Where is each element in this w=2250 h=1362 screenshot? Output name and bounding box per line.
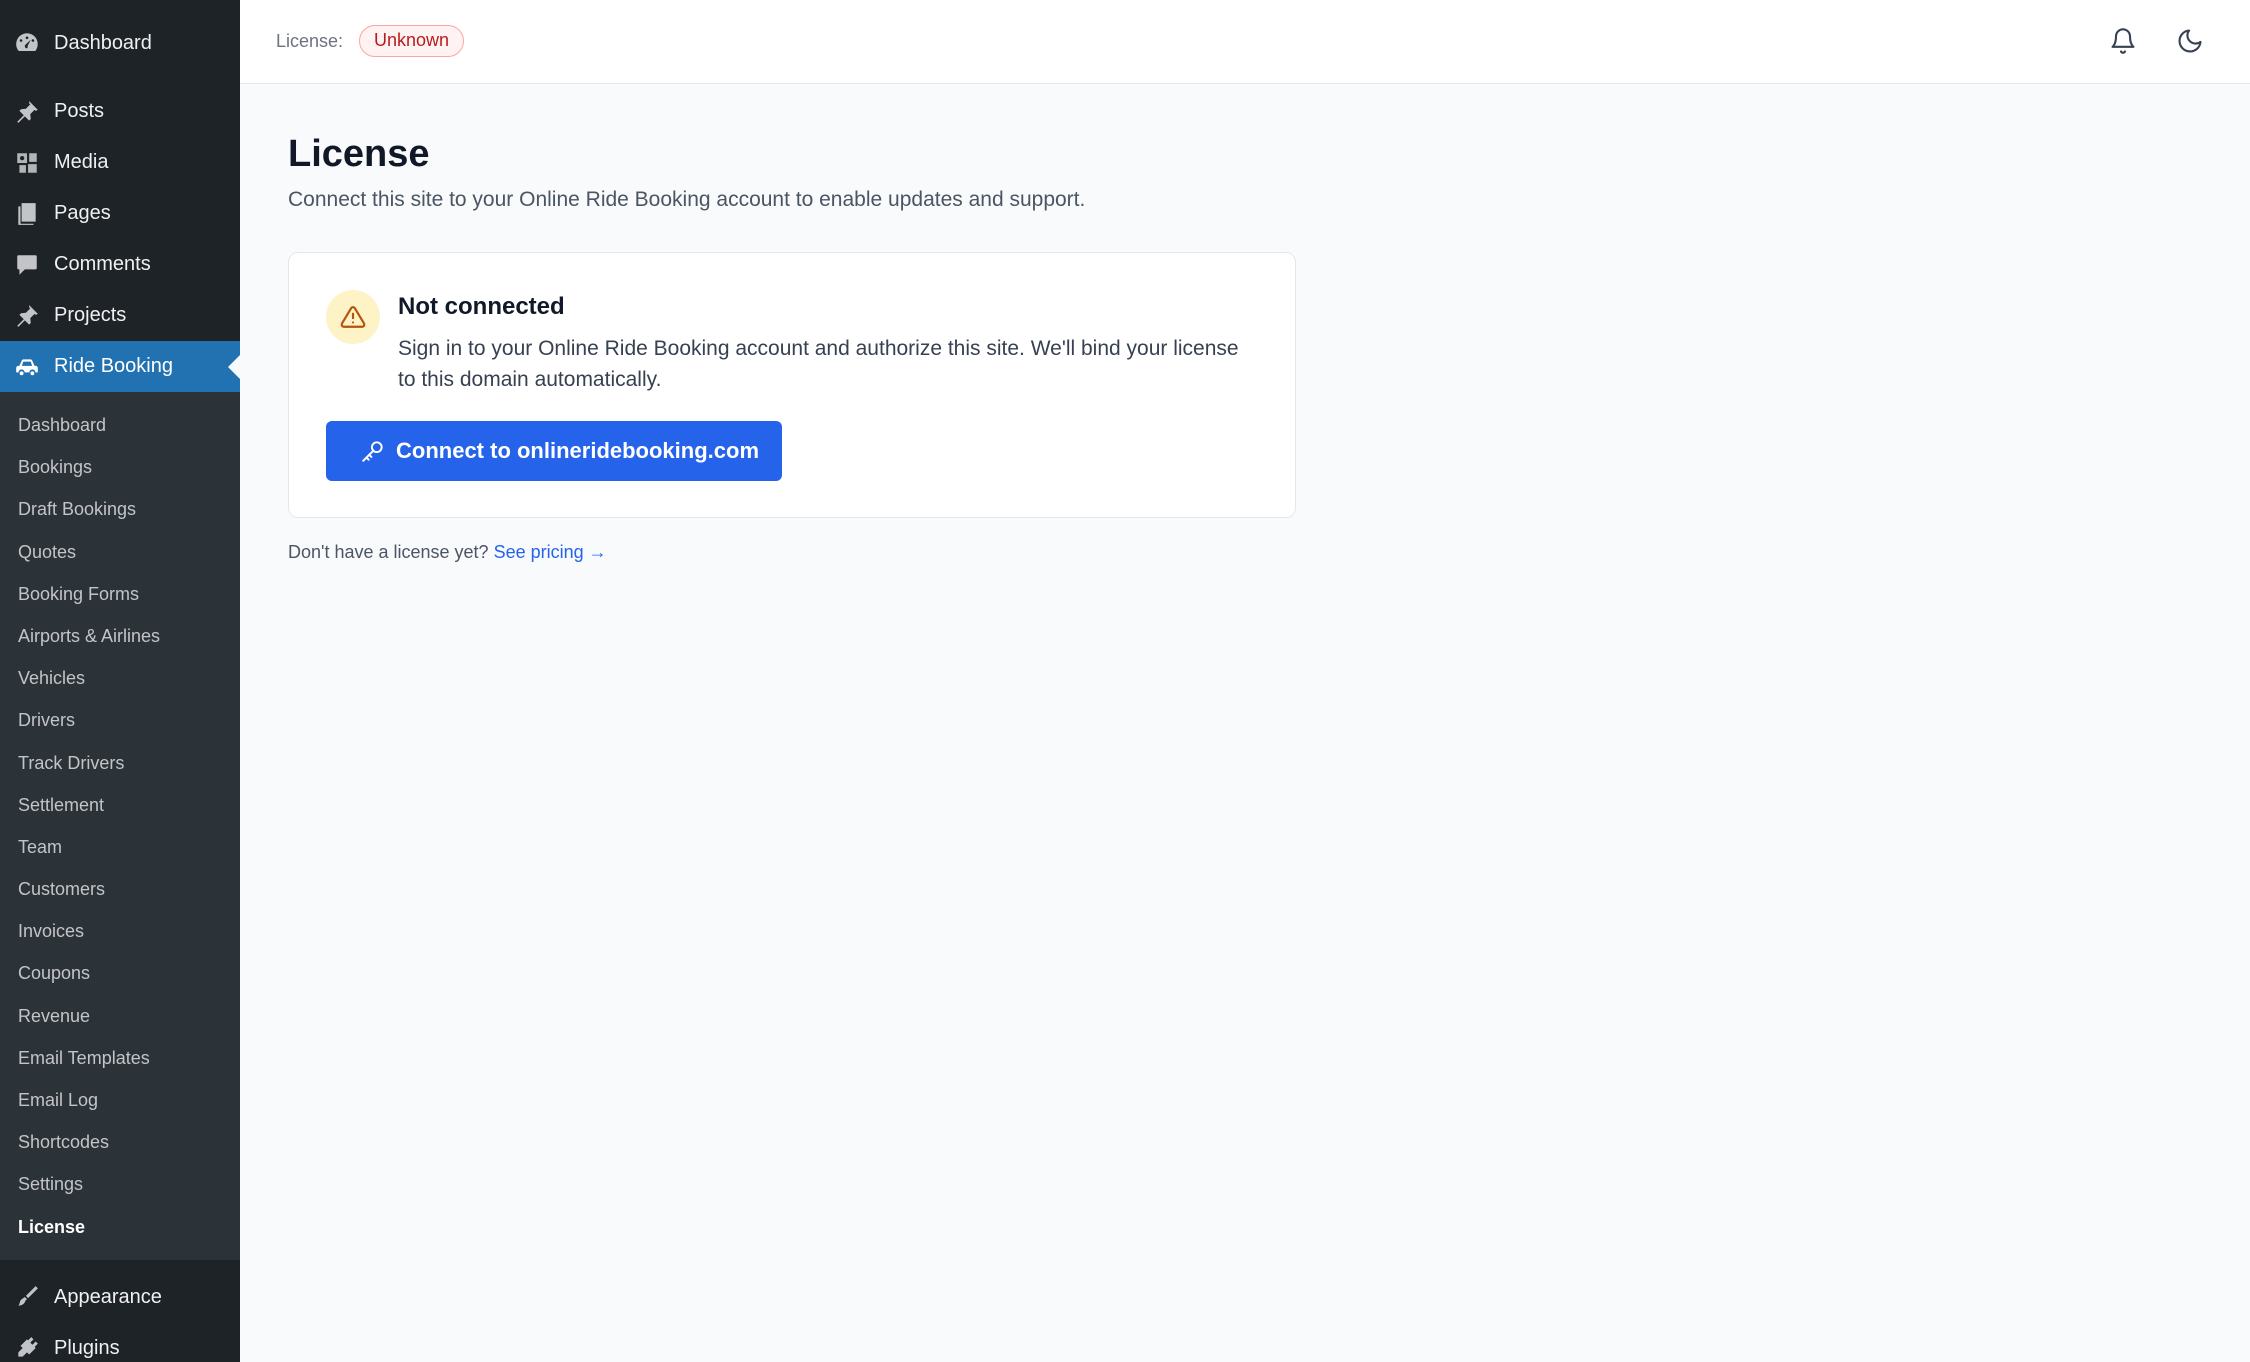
- card-title: Not connected: [398, 293, 565, 320]
- sidebar-item-appearance[interactable]: Appearance: [0, 1272, 240, 1323]
- license-status-card: Not connected Sign in to your Online Rid…: [288, 252, 1296, 518]
- key-icon: [362, 441, 383, 462]
- sidebar-item-comments[interactable]: Comments: [0, 239, 240, 290]
- submenu-item-license[interactable]: License: [0, 1206, 240, 1248]
- submenu-item-customers[interactable]: Customers: [0, 868, 240, 910]
- pin-icon: [14, 303, 40, 329]
- submenu-item-coupons[interactable]: Coupons: [0, 952, 240, 994]
- submenu-item-settings[interactable]: Settings: [0, 1163, 240, 1205]
- submenu-item-bookings[interactable]: Bookings: [0, 446, 240, 488]
- sidebar-item-label: Posts: [54, 100, 105, 122]
- media-icon: [14, 150, 40, 176]
- moon-icon[interactable]: [2173, 24, 2207, 58]
- admin-sidebar: Dashboard Posts Media Pages Comments Pro…: [0, 0, 240, 1362]
- submenu-item-team[interactable]: Team: [0, 826, 240, 868]
- submenu-item-draft-bookings[interactable]: Draft Bookings: [0, 488, 240, 530]
- pricing-footnote: Don't have a license yet? See pricing →: [288, 542, 607, 563]
- sidebar-item-pages[interactable]: Pages: [0, 188, 240, 239]
- see-pricing-link[interactable]: See pricing →: [494, 542, 607, 562]
- sidebar-item-ride-booking[interactable]: Ride Booking: [0, 341, 240, 392]
- submenu-item-email-log[interactable]: Email Log: [0, 1079, 240, 1121]
- comment-icon: [14, 252, 40, 278]
- brush-icon: [14, 1284, 40, 1310]
- license-label: License:: [276, 31, 344, 51]
- top-bar: License: Unknown: [240, 0, 2250, 84]
- submenu-item-revenue[interactable]: Revenue: [0, 995, 240, 1037]
- footnote-text: Don't have a license yet?: [288, 542, 489, 562]
- submenu-item-booking-forms[interactable]: Booking Forms: [0, 573, 240, 615]
- submenu-item-dashboard[interactable]: Dashboard: [0, 404, 240, 446]
- sidebar-item-plugins[interactable]: Plugins: [0, 1323, 240, 1362]
- card-description: Sign in to your Online Ride Booking acco…: [398, 337, 1239, 391]
- license-status-badge: Unknown: [359, 25, 465, 57]
- submenu-item-shortcodes[interactable]: Shortcodes: [0, 1121, 240, 1163]
- sidebar-item-posts[interactable]: Posts: [0, 86, 240, 137]
- submenu-item-drivers[interactable]: Drivers: [0, 699, 240, 741]
- sidebar-item-label: Projects: [54, 304, 127, 326]
- submenu-item-vehicles[interactable]: Vehicles: [0, 657, 240, 699]
- sidebar-item-label: Comments: [54, 253, 151, 275]
- warning-icon: [326, 290, 380, 344]
- sidebar-item-label: Pages: [54, 202, 111, 224]
- submenu-item-quotes[interactable]: Quotes: [0, 531, 240, 573]
- bell-icon[interactable]: [2106, 24, 2140, 58]
- sidebar-item-label: Ride Booking: [54, 355, 173, 377]
- submenu-item-airports-airlines[interactable]: Airports & Airlines: [0, 615, 240, 657]
- dashboard-icon: [14, 30, 40, 56]
- pin-icon: [14, 99, 40, 125]
- submenu-item-invoices[interactable]: Invoices: [0, 910, 240, 952]
- pages-icon: [14, 201, 40, 227]
- connect-button[interactable]: Connect to onlineridebooking.com: [326, 421, 782, 481]
- sidebar-item-label: Appearance: [54, 1285, 162, 1308]
- connect-button-label: Connect to onlineridebooking.com: [396, 438, 759, 463]
- submenu-item-track-drivers[interactable]: Track Drivers: [0, 742, 240, 784]
- ride-booking-submenu: Dashboard Bookings Draft Bookings Quotes…: [0, 392, 240, 1260]
- sidebar-item-label: Media: [54, 151, 109, 173]
- page-title: License: [288, 133, 430, 175]
- submenu-item-settlement[interactable]: Settlement: [0, 784, 240, 826]
- sidebar-item-projects[interactable]: Projects: [0, 290, 240, 341]
- sidebar-item-media[interactable]: Media: [0, 137, 240, 188]
- submenu-item-email-templates[interactable]: Email Templates: [0, 1037, 240, 1079]
- sidebar-item-label: Plugins: [54, 1336, 120, 1359]
- page-subtitle: Connect this site to your Online Ride Bo…: [288, 188, 1086, 211]
- sidebar-item-dashboard[interactable]: Dashboard: [0, 0, 240, 86]
- sidebar-item-label: Dashboard: [54, 31, 152, 54]
- plug-icon: [14, 1335, 40, 1361]
- car-icon: [14, 354, 40, 380]
